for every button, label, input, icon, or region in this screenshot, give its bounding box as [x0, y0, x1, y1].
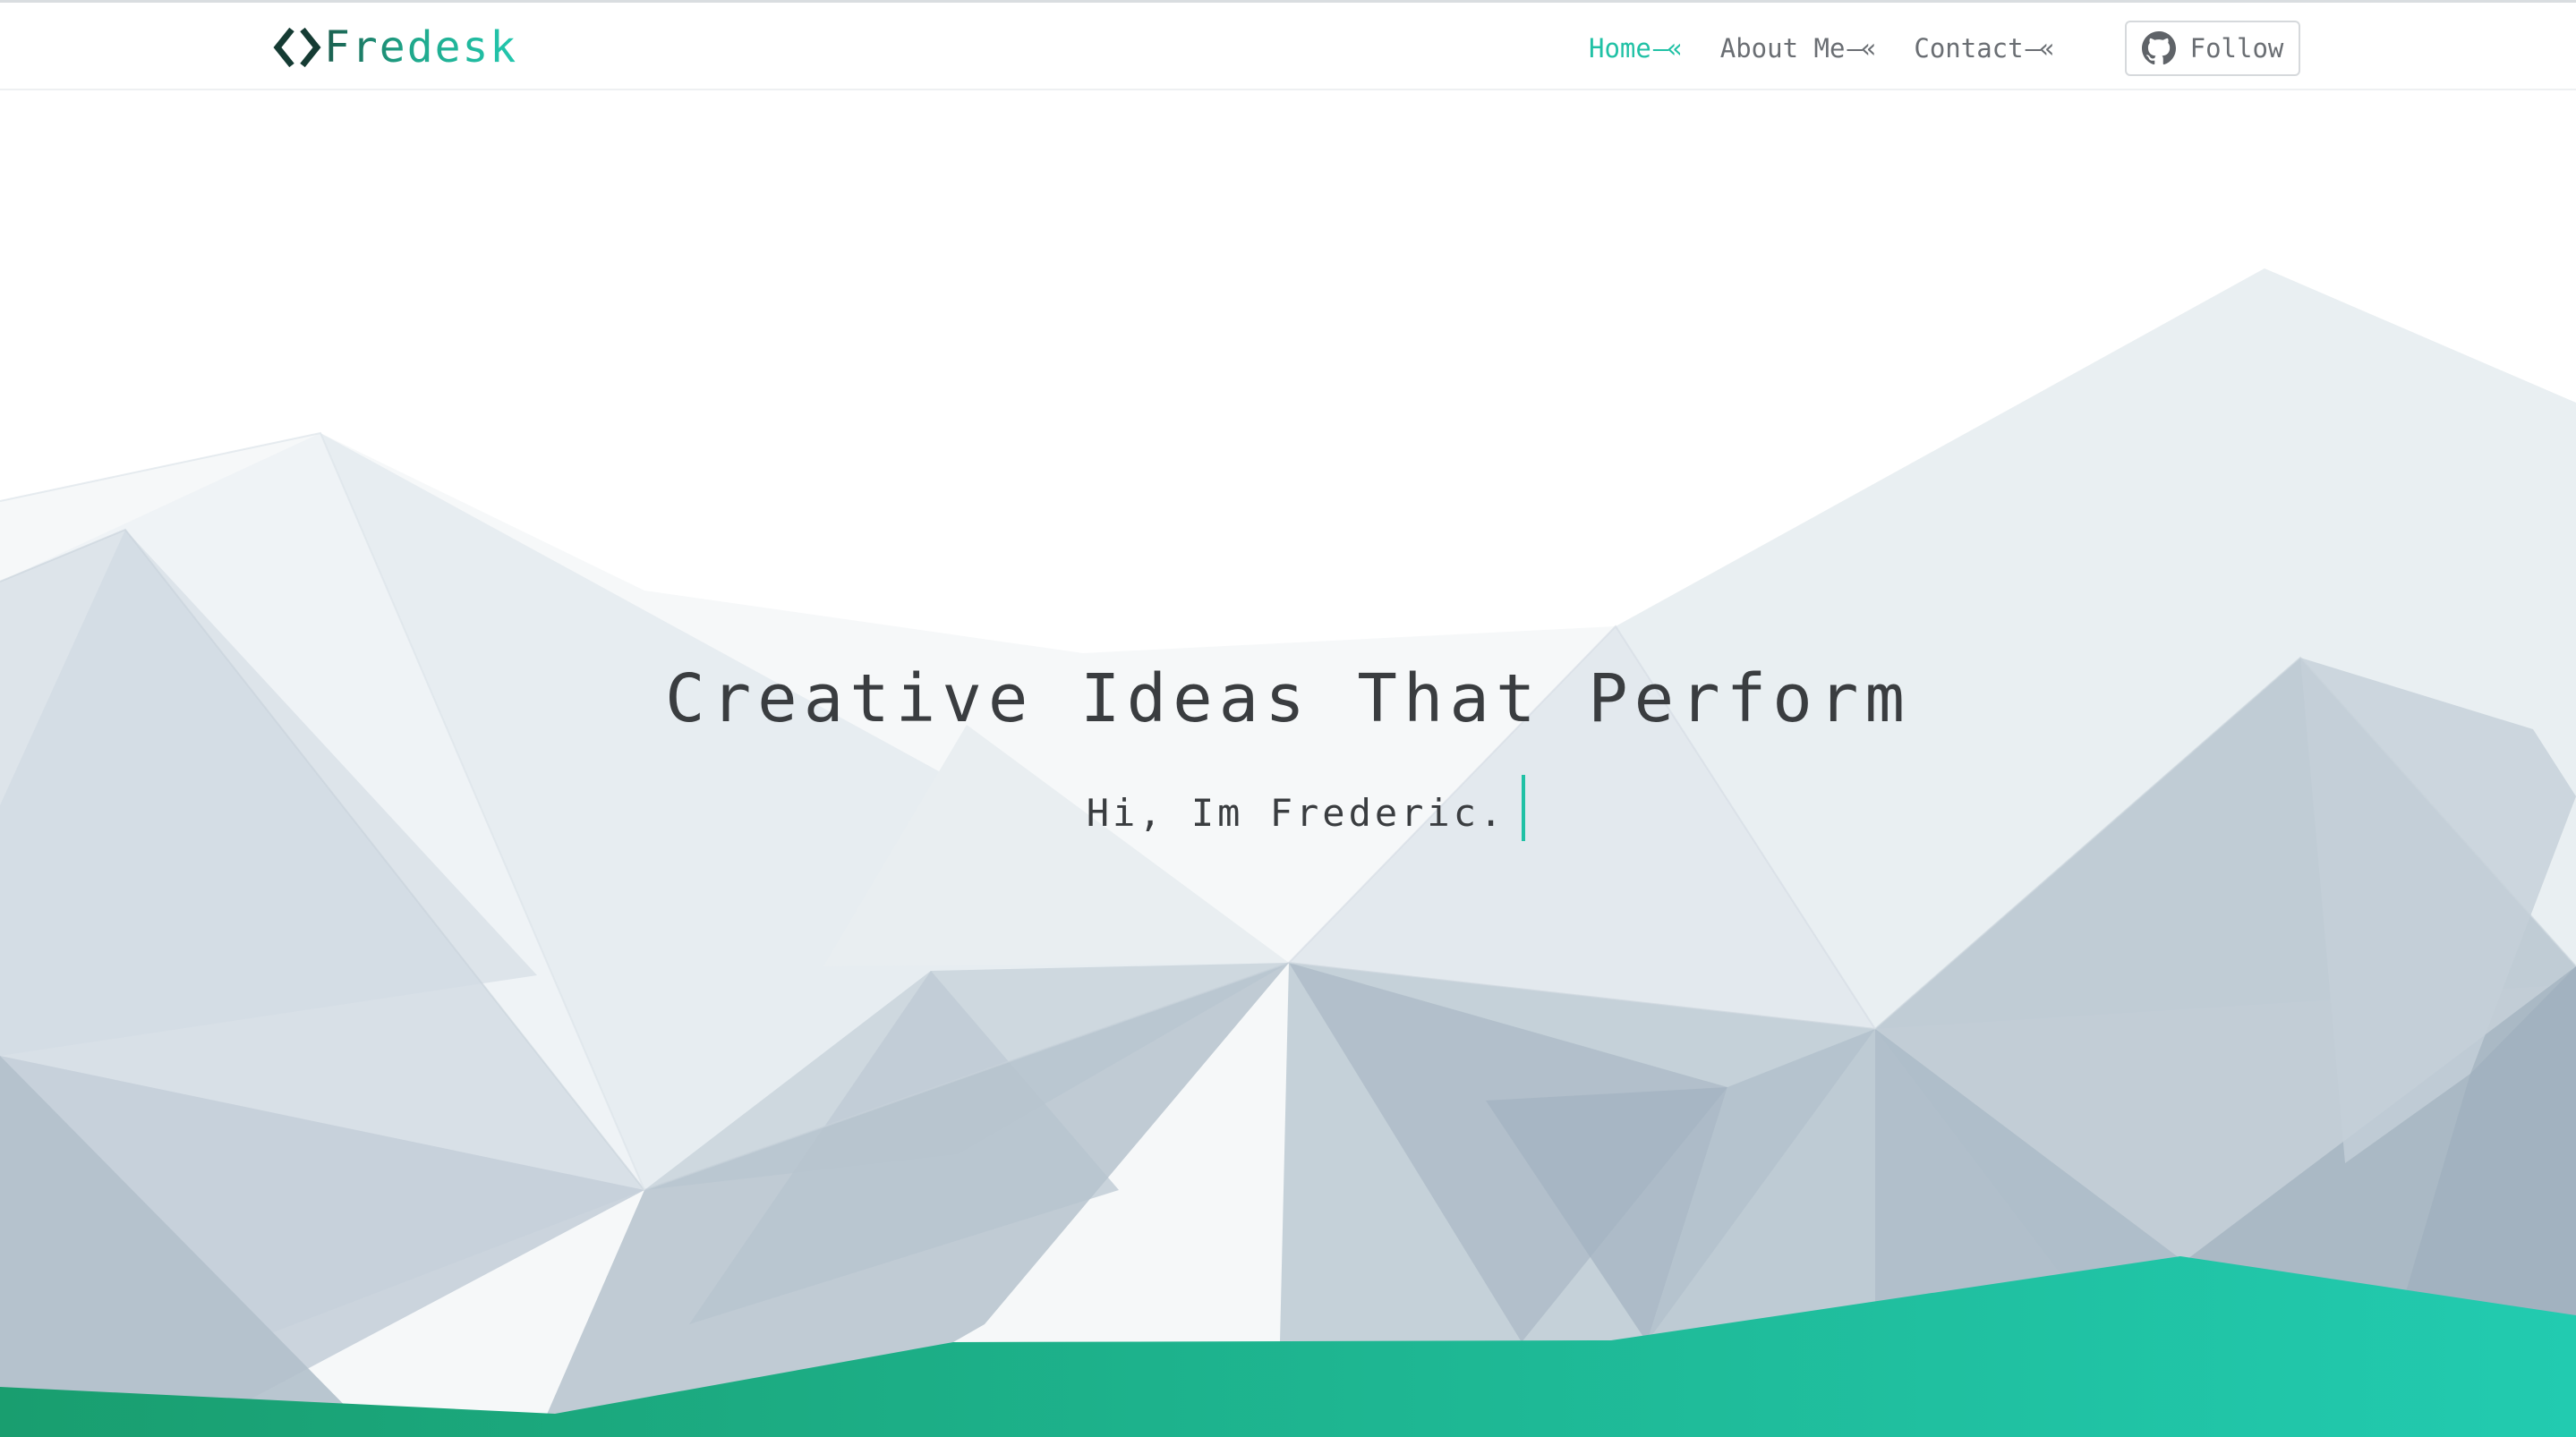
nav-link-about-me-label: About Me: [1719, 33, 1846, 64]
nav-link-contact[interactable]: Contact —«: [1914, 33, 2055, 64]
code-brackets-icon: [273, 27, 321, 68]
brand-name: Fredesk: [324, 22, 518, 72]
page: Fredesk Home —« About Me —« Contact —« F…: [0, 0, 2576, 1437]
navbar: Fredesk Home —« About Me —« Contact —« F…: [0, 0, 2576, 90]
main-navigation: Home —« About Me —« Contact —«: [1589, 21, 2093, 76]
nav-link-about-me[interactable]: About Me —«: [1719, 33, 1877, 64]
hero-title: Creative Ideas That Perform: [665, 660, 1911, 737]
arrow-left-icon: —«: [1847, 33, 1876, 64]
nav-link-contact-label: Contact: [1914, 33, 2024, 64]
hero-subtitle: Hi, Im Frederic.: [1086, 790, 1506, 835]
follow-button-label: Follow: [2189, 33, 2284, 64]
hero-subtitle-row: Hi, Im Frederic.: [0, 775, 2576, 841]
nav-link-home-label: Home: [1589, 33, 1651, 64]
nav-link-home[interactable]: Home —«: [1589, 33, 1683, 64]
hero-section: Creative Ideas That Perform Hi, Im Frede…: [0, 0, 2576, 1437]
arrow-left-icon: —«: [1652, 33, 1683, 64]
typing-cursor: [1522, 775, 1526, 841]
github-icon: [2141, 31, 2176, 65]
github-follow-button[interactable]: Follow: [2125, 21, 2300, 76]
brand-logo-link[interactable]: Fredesk: [272, 19, 517, 76]
arrow-left-icon: —«: [2025, 33, 2055, 64]
